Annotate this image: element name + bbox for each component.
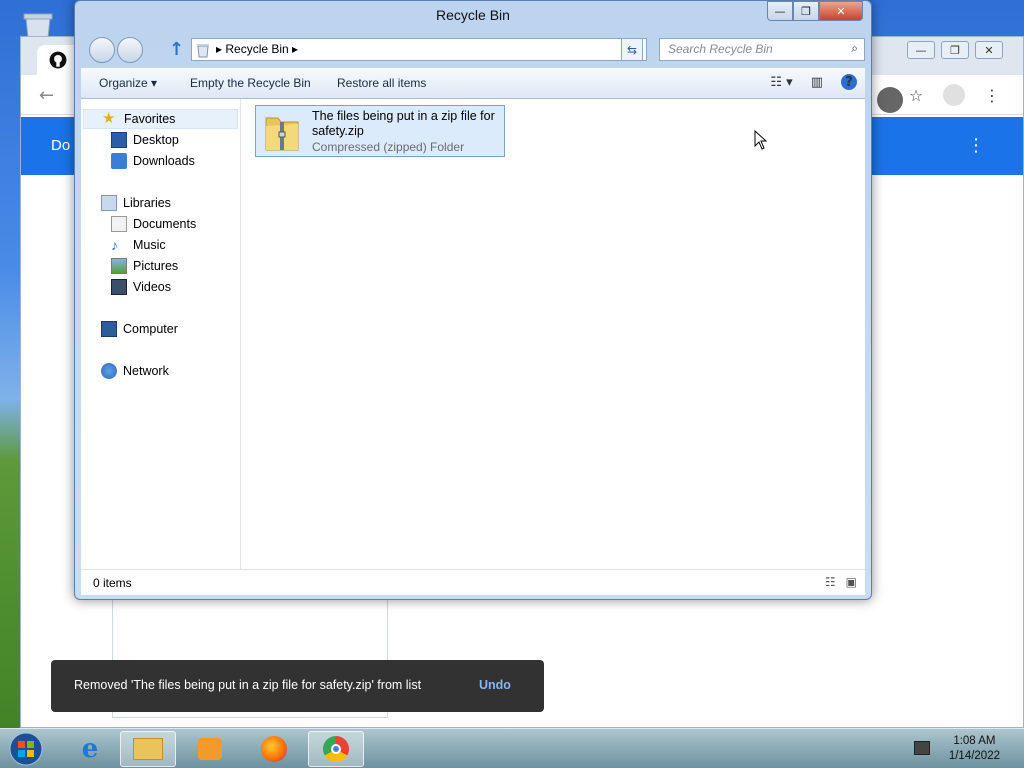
forward-button[interactable]: [117, 37, 143, 63]
nav-music-label: Music: [133, 238, 166, 252]
file-name: The files being put in a zip file for sa…: [312, 109, 495, 138]
breadcrumb[interactable]: ▸ Recycle Bin ▸: [216, 42, 298, 56]
search-icon[interactable]: ⌕: [851, 41, 858, 56]
libraries-icon: [101, 195, 117, 211]
star-icon: ★: [102, 110, 116, 127]
chrome-window-controls: — ❐ ✕: [907, 41, 1003, 59]
taskbar-clock[interactable]: 1:08 AM 1/14/2022: [949, 734, 1000, 764]
chrome-maximize-button[interactable]: ❐: [941, 41, 969, 59]
clock-date: 1/14/2022: [948, 750, 1000, 762]
nav-music[interactable]: ♪ Music: [111, 235, 166, 255]
taskbar-media-player-button[interactable]: [182, 731, 238, 767]
breadcrumb-recycle-bin[interactable]: Recycle Bin: [225, 42, 288, 56]
nav-pictures-label: Pictures: [133, 259, 179, 273]
window-title: Recycle Bin: [436, 7, 510, 23]
nav-videos[interactable]: Videos: [111, 277, 171, 297]
nav-libraries[interactable]: Libraries: [101, 193, 171, 213]
file-type: Compressed (zipped) Folder: [312, 140, 465, 154]
nav-downloads-label: Downloads: [133, 154, 195, 168]
internet-explorer-icon: e: [81, 734, 99, 764]
firefox-icon: [261, 736, 287, 762]
chrome-minimize-button[interactable]: —: [907, 41, 935, 59]
help-icon[interactable]: ?: [841, 74, 857, 90]
taskbar-firefox-button[interactable]: [246, 731, 302, 767]
maximize-button[interactable]: ❐: [793, 1, 819, 21]
navigation-row: ↑ ▸ Recycle Bin ▸ ▼ ⇆ Search Recycle Bin…: [87, 37, 865, 63]
page-header-text: Do: [51, 137, 71, 154]
address-bar[interactable]: ▸ Recycle Bin ▸ ▼: [191, 38, 647, 61]
desktop-icon: [111, 132, 127, 148]
preview-pane-icon[interactable]: ▥: [811, 75, 823, 90]
nav-computer-label: Computer: [123, 322, 178, 336]
network-icon: [101, 363, 117, 379]
item-count: 0 items: [93, 576, 132, 590]
search-placeholder: Search Recycle Bin: [668, 42, 773, 56]
profile-avatar[interactable]: [943, 84, 965, 106]
recycle-bin-icon: [197, 44, 209, 58]
page-menu-icon[interactable]: ⋮: [967, 135, 985, 156]
menu-kebab-icon[interactable]: ⋮: [981, 84, 1003, 106]
nav-libraries-label: Libraries: [123, 196, 171, 210]
network-tray-icon[interactable]: [914, 741, 930, 755]
command-bar: Organize ▾ Empty the Recycle Bin Restore…: [81, 67, 865, 99]
computer-icon: [101, 321, 117, 337]
organize-button[interactable]: Organize ▾: [99, 76, 157, 90]
undo-button[interactable]: Undo: [479, 678, 511, 692]
taskbar: e 1:08 AM 1/14/2022: [0, 728, 1024, 768]
downloads-icon: [111, 153, 127, 169]
empty-recycle-bin-button[interactable]: Empty the Recycle Bin: [190, 76, 311, 90]
window-controls: — ❐ ✕: [767, 1, 863, 21]
nav-videos-label: Videos: [133, 280, 171, 294]
nav-pictures[interactable]: Pictures: [111, 256, 178, 276]
extension-icon[interactable]: [877, 87, 903, 113]
nav-documents[interactable]: Documents: [111, 214, 196, 234]
refresh-button[interactable]: ⇆: [621, 38, 643, 61]
nav-computer[interactable]: Computer: [101, 319, 178, 339]
search-input[interactable]: Search Recycle Bin ⌕: [659, 38, 865, 61]
bookmark-star-icon[interactable]: ☆: [905, 84, 927, 106]
clock-time: 1:08 AM: [953, 735, 996, 747]
nav-desktop[interactable]: Desktop: [111, 130, 179, 150]
explorer-window: Recycle Bin — ❐ ✕ ↑ ▸ Recycle Bin ▸ ▼ ⇆ …: [74, 0, 872, 600]
view-options-icon[interactable]: ☷ ▾: [770, 75, 792, 90]
nav-favorites[interactable]: ★ Favorites: [83, 109, 238, 129]
restore-all-button[interactable]: Restore all items: [337, 76, 426, 90]
navigation-pane: ★ Favorites Desktop Downloads Libraries …: [81, 99, 241, 569]
details-view-icon[interactable]: ☷: [825, 575, 836, 589]
minimize-button[interactable]: —: [767, 1, 793, 21]
chrome-icon: [323, 736, 349, 762]
pictures-icon: [111, 258, 127, 274]
file-item[interactable]: The files being put in a zip file for sa…: [255, 105, 505, 157]
nav-network[interactable]: Network: [101, 361, 169, 381]
music-icon: ♪: [111, 237, 118, 253]
mouse-cursor-icon: [754, 130, 768, 150]
taskbar-explorer-button[interactable]: [120, 731, 176, 767]
nav-downloads[interactable]: Downloads: [111, 151, 195, 171]
chrome-close-button[interactable]: ✕: [975, 41, 1003, 59]
back-button[interactable]: [89, 37, 115, 63]
documents-icon: [111, 216, 127, 232]
zip-folder-icon: [265, 117, 299, 151]
content-area: ★ Favorites Desktop Downloads Libraries …: [81, 99, 865, 569]
nav-favorites-label: Favorites: [124, 112, 176, 126]
status-bar: 0 items ☷ ▣: [81, 569, 865, 595]
snackbar: Removed 'The files being put in a zip fi…: [51, 660, 544, 712]
taskbar-ie-button[interactable]: e: [62, 731, 118, 767]
nav-desktop-label: Desktop: [133, 133, 179, 147]
github-icon: [49, 51, 67, 69]
file-explorer-icon: [133, 738, 163, 760]
media-player-icon: [198, 738, 222, 760]
videos-icon: [111, 279, 127, 295]
start-button-icon[interactable]: [6, 731, 46, 767]
up-arrow-icon[interactable]: ↑: [169, 39, 184, 60]
nav-network-label: Network: [123, 364, 169, 378]
back-arrow-icon[interactable]: ←: [39, 85, 59, 106]
close-button[interactable]: ✕: [819, 1, 863, 21]
snackbar-message: Removed 'The files being put in a zip fi…: [74, 678, 422, 692]
taskbar-chrome-button[interactable]: [308, 731, 364, 767]
large-icons-view-icon[interactable]: ▣: [846, 575, 857, 589]
nav-documents-label: Documents: [133, 217, 197, 231]
